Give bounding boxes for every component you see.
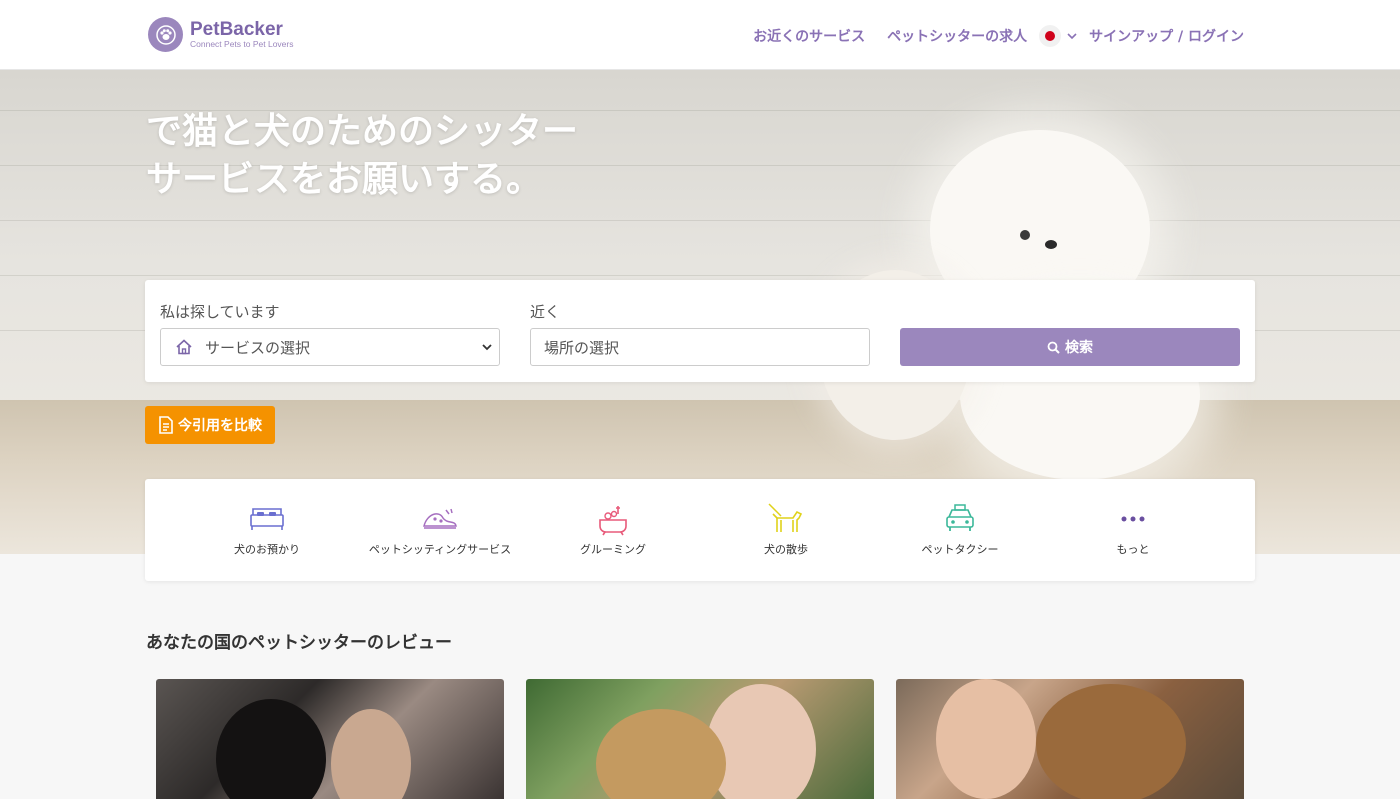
select-caret-icon (482, 344, 492, 351)
service-pet-taxi[interactable]: ペットタクシー (875, 501, 1045, 557)
main-nav: お近くのサービス ペットシッターの求人 サインアップ / ログイン (731, 22, 1244, 50)
service-label: もっと (1116, 543, 1150, 556)
service-select[interactable]: サービスの選択 (160, 328, 500, 366)
reviews-title: あなたの国のペットシッターのレビュー (146, 633, 452, 653)
service-categories: 犬のお預かり ペットシッティングサービス グルーミング 犬の散歩 ペットタクシー… (145, 479, 1255, 581)
review-card-3[interactable] (896, 679, 1244, 799)
service-label: 犬のお預かり (234, 543, 300, 556)
petbacker-logo[interactable]: PetBacker Connect Pets to Pet Lovers (148, 17, 293, 52)
review-card-1[interactable] (156, 679, 504, 799)
document-icon (159, 416, 173, 434)
nav-signup-login[interactable]: サインアップ / ログイン (1089, 26, 1244, 46)
service-dog-boarding[interactable]: 犬のお預かり (182, 501, 352, 557)
near-label: 近く (530, 303, 561, 321)
review-photo-3 (936, 679, 1036, 799)
pet-sitting-icon (355, 501, 525, 537)
dog-walking-icon (701, 501, 871, 537)
looking-for-label: 私は探しています (160, 303, 280, 321)
chevron-down-icon[interactable] (1065, 29, 1079, 43)
hero-title-line-2: サービスをお願いする。 (146, 159, 543, 200)
location-input[interactable]: 場所の選択 (530, 328, 870, 366)
service-grooming[interactable]: グルーミング (528, 501, 698, 557)
more-dots-icon (1048, 501, 1218, 537)
nav-sitter-jobs[interactable]: ペットシッターの求人 (887, 26, 1027, 46)
home-icon (176, 339, 192, 355)
grooming-bathtub-icon (528, 501, 698, 537)
service-dog-walking[interactable]: 犬の散歩 (701, 501, 871, 557)
japan-flag-icon[interactable] (1039, 25, 1062, 47)
dog-boarding-bed-icon (182, 501, 352, 537)
nav-nearby-services[interactable]: お近くのサービス (753, 26, 865, 46)
hero-title: で猫と犬のためのシッター サービスをお願いする。 (146, 108, 578, 204)
service-label: ペットシッティングサービス (368, 543, 512, 556)
service-select-value: サービスの選択 (205, 338, 311, 357)
pet-taxi-icon (875, 501, 1045, 537)
review-card-2[interactable] (526, 679, 874, 799)
service-label: 犬の散歩 (764, 543, 808, 556)
service-label: ペットタクシー (921, 543, 999, 556)
search-button[interactable]: 検索 (900, 328, 1240, 366)
service-label: グルーミング (580, 543, 646, 556)
search-icon (1047, 341, 1060, 354)
service-more[interactable]: もっと (1048, 501, 1218, 557)
search-button-label: 検索 (1065, 340, 1093, 356)
logo-name: PetBacker (190, 19, 283, 41)
hero-title-line-1: で猫と犬のためのシッター (146, 111, 579, 152)
paw-logo-icon (148, 17, 183, 52)
compare-quotes-button[interactable]: 今引用を比較 (145, 406, 275, 444)
review-photo-1 (331, 709, 411, 799)
search-panel: 私は探しています サービスの選択 近く 場所の選択 検索 (145, 280, 1255, 382)
service-pet-sitting[interactable]: ペットシッティングサービス (355, 501, 525, 557)
compare-quotes-label: 今引用を比較 (178, 418, 262, 434)
top-header: PetBacker Connect Pets to Pet Lovers お近く… (0, 0, 1400, 70)
logo-tagline: Connect Pets to Pet Lovers (190, 39, 294, 50)
